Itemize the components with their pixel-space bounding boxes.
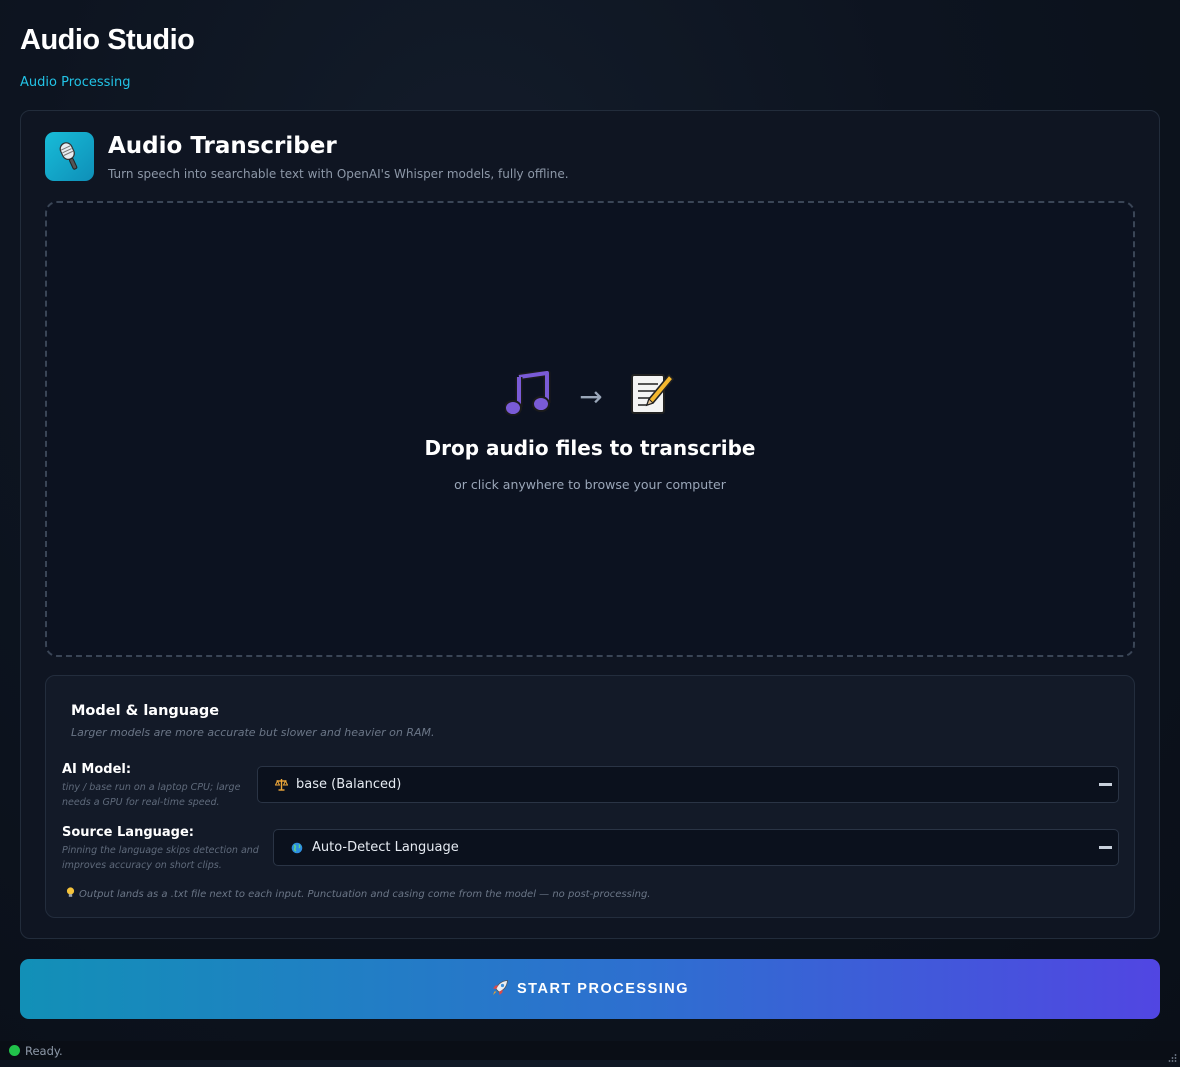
arrow-right-icon: → — [579, 379, 603, 413]
status-text: Ready. — [25, 1043, 63, 1058]
lightbulb-icon — [66, 887, 75, 901]
app-title: Audio Studio — [20, 24, 195, 56]
dropzone-subtitle: or click anywhere to browse your compute… — [454, 477, 726, 492]
model-language-panel: Model & language Larger models are more … — [45, 675, 1135, 918]
start-button-label: START PROCESSING — [517, 981, 689, 997]
rocket-icon — [491, 979, 509, 1000]
language-select[interactable]: Auto-Detect Language — [273, 829, 1119, 866]
section-label: Audio Processing — [20, 75, 131, 90]
model-select[interactable]: base (Balanced) — [257, 766, 1119, 803]
status-indicator-icon — [9, 1045, 20, 1056]
tool-description: Turn speech into searchable text with Op… — [108, 167, 569, 181]
audio-dropzone[interactable]: → Drop audio files to transcribe or clic… — [45, 201, 1135, 657]
dropzone-title: Drop audio files to transcribe — [424, 436, 756, 460]
model-value: base (Balanced) — [296, 777, 402, 792]
language-value: Auto-Detect Language — [312, 840, 459, 855]
model-help: tiny / base run on a laptop CPU; large n… — [62, 782, 241, 808]
start-processing-button[interactable]: START PROCESSING — [20, 959, 1160, 1019]
resize-grip-icon[interactable] — [1167, 1048, 1177, 1062]
memo-icon — [629, 371, 675, 421]
dropzone-icons: → — [47, 369, 1133, 421]
microphone-icon — [45, 132, 94, 181]
balance-scale-icon — [274, 778, 288, 791]
language-help: Pinning the language skips detection and… — [62, 845, 259, 871]
music-note-icon — [504, 369, 553, 421]
status-bar: Ready. — [0, 1041, 1180, 1062]
output-tip: Output lands as a .txt file next to each… — [66, 887, 650, 901]
settings-hint: Larger models are more accurate but slow… — [71, 726, 435, 739]
tool-card: Audio Transcriber Turn speech into searc… — [20, 110, 1160, 939]
dropdown-indicator-icon — [1099, 846, 1112, 849]
settings-title: Model & language — [71, 703, 220, 719]
dropdown-indicator-icon — [1099, 783, 1112, 786]
language-label: Source Language: — [62, 825, 194, 840]
tip-text: Output lands as a .txt file next to each… — [79, 888, 651, 900]
tool-title: Audio Transcriber — [108, 133, 337, 159]
model-label: AI Model: — [62, 762, 132, 777]
globe-icon — [290, 842, 304, 854]
